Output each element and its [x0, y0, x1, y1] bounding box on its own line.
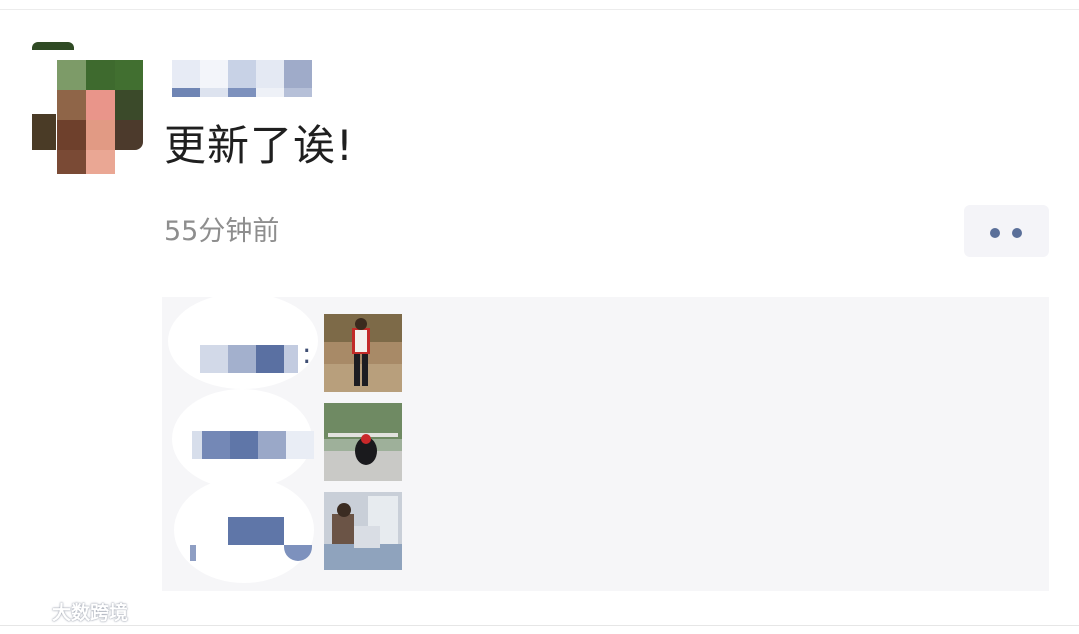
more-actions-button[interactable]	[964, 205, 1049, 257]
comment-photo[interactable]	[324, 314, 402, 392]
post-text: 更新了诶!	[164, 121, 354, 170]
logo-icon	[8, 603, 47, 620]
comment-user-blurred[interactable]	[192, 431, 316, 461]
comment-user-blurred[interactable]	[190, 517, 316, 565]
username-blurred[interactable]	[170, 60, 315, 98]
comment-photo[interactable]	[324, 492, 402, 570]
comment-area: :	[162, 293, 1049, 591]
comment-colon: :	[302, 337, 312, 370]
comment-user-blurred[interactable]	[200, 345, 310, 375]
watermark: 大数跨境	[8, 598, 128, 625]
top-divider	[0, 9, 1079, 10]
comment-photo[interactable]	[324, 403, 402, 481]
post-timestamp: 55分钟前	[164, 216, 280, 247]
watermark-text: 大数跨境	[52, 602, 129, 624]
more-dots-icon	[990, 228, 1000, 238]
avatar[interactable]	[32, 42, 144, 174]
bottom-divider	[0, 625, 1079, 626]
